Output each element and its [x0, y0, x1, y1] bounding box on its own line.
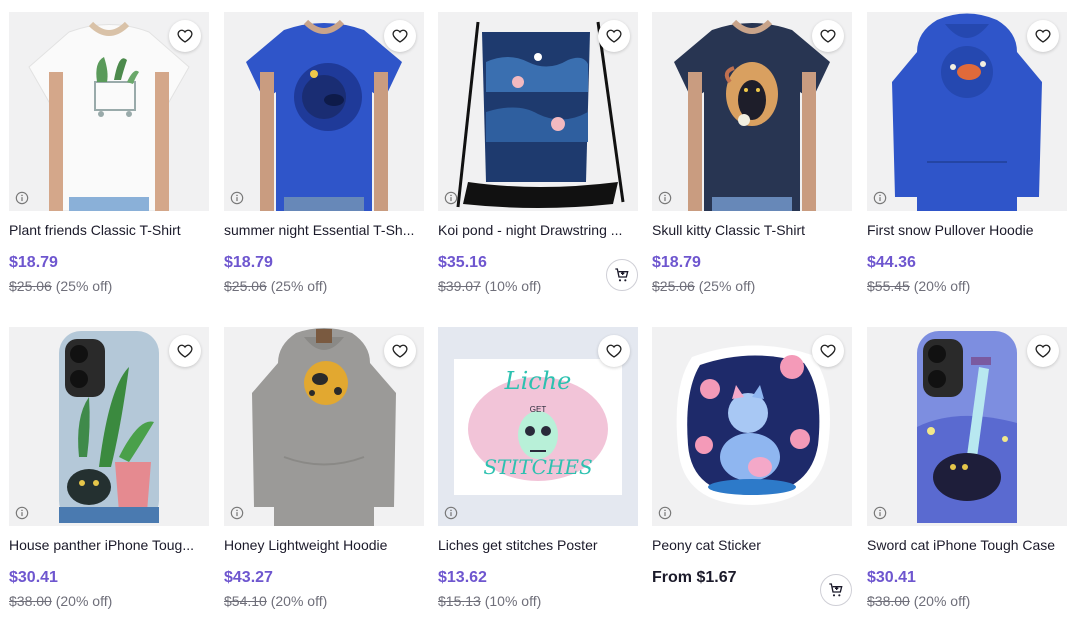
favorite-heart-icon[interactable] [384, 335, 416, 367]
product-title[interactable]: summer night Essential T-Sh... [224, 222, 420, 239]
product-price: $18.79 [652, 254, 701, 271]
discount-label: (10% off) [484, 593, 542, 609]
original-price: $25.06 (25% off) [652, 278, 756, 294]
product-title[interactable]: Plant friends Classic T-Shirt [9, 222, 205, 239]
original-price: $55.45 (20% off) [867, 278, 971, 294]
info-icon[interactable] [230, 506, 244, 520]
product-image[interactable] [867, 12, 1067, 211]
favorite-heart-icon[interactable] [598, 335, 630, 367]
product-image[interactable] [224, 12, 424, 211]
product-card-plant-friends[interactable]: Plant friends Classic T-Shirt $18.79 $25… [9, 12, 209, 295]
original-price: $38.00 (20% off) [9, 593, 113, 609]
original-price: $25.06 (25% off) [224, 278, 328, 294]
product-title[interactable]: Honey Lightweight Hoodie [224, 537, 420, 554]
poster-bottom-text: STITCHES [483, 455, 593, 479]
product-title[interactable]: Koi pond - night Drawstring ... [438, 222, 634, 239]
favorite-heart-icon[interactable] [169, 335, 201, 367]
favorite-heart-icon[interactable] [598, 20, 630, 52]
product-price: $18.79 [9, 254, 58, 271]
info-icon[interactable] [444, 191, 458, 205]
add-to-cart-button[interactable] [820, 574, 852, 606]
info-icon[interactable] [15, 506, 29, 520]
product-image[interactable] [652, 327, 852, 526]
original-price: $25.06 (25% off) [9, 278, 113, 294]
product-image[interactable] [9, 12, 209, 211]
product-card-peony-cat[interactable]: Peony cat Sticker From $1.67 [652, 327, 852, 606]
info-icon[interactable] [658, 191, 672, 205]
product-card-honey[interactable]: Honey Lightweight Hoodie $43.27 $54.10 (… [224, 327, 424, 610]
add-to-cart-icon [615, 268, 629, 282]
add-to-cart-button[interactable] [606, 259, 638, 291]
favorite-heart-icon[interactable] [1027, 335, 1059, 367]
favorite-heart-icon[interactable] [812, 335, 844, 367]
info-icon[interactable] [444, 506, 458, 520]
product-card-liches[interactable]: Liche GET STITCHES Liches get stitches P… [438, 327, 638, 610]
product-price: $30.41 [867, 569, 916, 586]
discount-label: (10% off) [484, 278, 542, 294]
product-image[interactable] [9, 327, 209, 526]
product-card-summer-night[interactable]: summer night Essential T-Sh... $18.79 $2… [224, 12, 424, 295]
discount-label: (20% off) [913, 593, 971, 609]
product-title[interactable]: House panther iPhone Toug... [9, 537, 205, 554]
product-card-first-snow[interactable]: First snow Pullover Hoodie $44.36 $55.45… [867, 12, 1067, 295]
product-card-house-panther[interactable]: House panther iPhone Toug... $30.41 $38.… [9, 327, 209, 610]
favorite-heart-icon[interactable] [812, 20, 844, 52]
product-card-skull-kitty[interactable]: Skull kitty Classic T-Shirt $18.79 $25.0… [652, 12, 852, 295]
product-title[interactable]: First snow Pullover Hoodie [867, 222, 1063, 239]
product-image[interactable] [652, 12, 852, 211]
product-price: $44.36 [867, 254, 916, 271]
info-icon[interactable] [230, 191, 244, 205]
add-to-cart-icon [829, 583, 843, 597]
original-price: $15.13 (10% off) [438, 593, 542, 609]
product-title[interactable]: Skull kitty Classic T-Shirt [652, 222, 848, 239]
original-price: $38.00 (20% off) [867, 593, 971, 609]
discount-label: (25% off) [55, 278, 113, 294]
product-title[interactable]: Sword cat iPhone Tough Case [867, 537, 1063, 554]
discount-label: (20% off) [55, 593, 113, 609]
favorite-heart-icon[interactable] [384, 20, 416, 52]
product-price: $30.41 [9, 569, 58, 586]
info-icon[interactable] [873, 506, 887, 520]
discount-label: (25% off) [270, 278, 328, 294]
product-image[interactable]: Liche GET STITCHES [438, 327, 638, 526]
poster-title-text: Liche [504, 367, 572, 395]
product-image[interactable] [438, 12, 638, 211]
info-icon[interactable] [658, 506, 672, 520]
product-image[interactable] [224, 327, 424, 526]
original-price: $54.10 (20% off) [224, 593, 328, 609]
discount-label: (20% off) [270, 593, 328, 609]
favorite-heart-icon[interactable] [1027, 20, 1059, 52]
product-title[interactable]: Liches get stitches Poster [438, 537, 634, 554]
product-image[interactable] [867, 327, 1067, 526]
product-price: $13.62 [438, 569, 487, 586]
product-price: $18.79 [224, 254, 273, 271]
info-icon[interactable] [873, 191, 887, 205]
discount-label: (20% off) [913, 278, 971, 294]
favorite-heart-icon[interactable] [169, 20, 201, 52]
product-card-koi-pond[interactable]: Koi pond - night Drawstring ... $35.16 $… [438, 12, 638, 295]
product-card-sword-cat[interactable]: Sword cat iPhone Tough Case $30.41 $38.0… [867, 327, 1067, 610]
product-title[interactable]: Peony cat Sticker [652, 537, 848, 554]
info-icon[interactable] [15, 191, 29, 205]
product-grid: Plant friends Classic T-Shirt $18.79 $25… [0, 0, 1080, 624]
discount-label: (25% off) [698, 278, 756, 294]
poster-subtitle-text: GET [529, 405, 547, 414]
product-price: $43.27 [224, 569, 273, 586]
